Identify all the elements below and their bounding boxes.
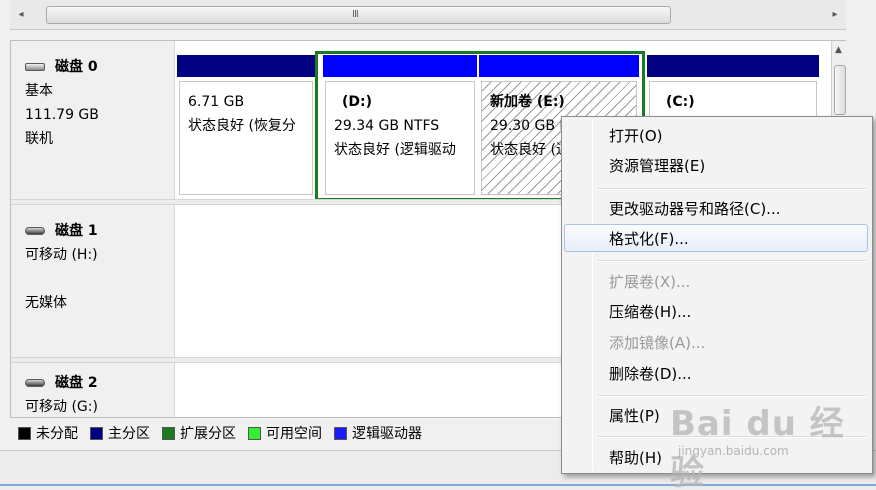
legend-swatch xyxy=(18,426,31,440)
hard-disk-icon xyxy=(25,63,45,71)
partition-status: 状态良好 (恢复分 xyxy=(188,118,296,134)
removable-disk-icon xyxy=(25,227,45,235)
disk-0-name: 磁盘 0 xyxy=(55,59,98,75)
disk-2-name: 磁盘 2 xyxy=(55,375,98,391)
legend-swatch xyxy=(248,426,261,440)
partition-title: (D:) xyxy=(342,94,373,110)
disk-1-title-row: 磁盘 1 xyxy=(25,219,174,243)
menu-item-format[interactable]: 格式化(F)... xyxy=(564,224,868,252)
disk-1-media: 无媒体 xyxy=(25,295,67,311)
legend-label: 可用空间 xyxy=(266,426,322,442)
legend-swatch xyxy=(162,426,175,440)
partition-size: 6.71 GB xyxy=(188,94,245,110)
menu-item-properties[interactable]: 属性(P) xyxy=(564,401,868,429)
disk-0-capacity: 111.79 GB xyxy=(25,107,99,123)
disk-1-spacer xyxy=(25,267,174,291)
menu-item-change-drive-letter[interactable]: 更改驱动器号和路径(C)... xyxy=(564,194,868,222)
partition-recovery[interactable]: 6.71 GB 状态良好 (恢复分 xyxy=(177,55,315,197)
menu-item-delete-volume[interactable]: 删除卷(D)... xyxy=(564,359,868,387)
partition-recovery-body: 6.71 GB 状态良好 (恢复分 xyxy=(179,81,313,195)
disk-2-title-row: 磁盘 2 xyxy=(25,371,174,395)
menu-separator xyxy=(598,436,866,438)
menu-item-explore[interactable]: 资源管理器(E) xyxy=(564,151,868,179)
disk-2-label[interactable]: 磁盘 2 可移动 (G:) xyxy=(11,363,175,417)
window-border xyxy=(0,484,876,486)
disk-1-name: 磁盘 1 xyxy=(55,223,98,239)
legend-item: 主分区 xyxy=(90,423,150,443)
disk-2-type: 可移动 (G:) xyxy=(25,399,98,415)
scrollbar-grip-icon: III xyxy=(352,9,359,20)
menu-separator xyxy=(598,395,866,397)
legend-label: 扩展分区 xyxy=(180,426,236,442)
disk-1-type: 可移动 (H:) xyxy=(25,247,98,263)
menu-separator xyxy=(598,260,866,262)
legend-swatch xyxy=(334,426,347,440)
legend-label: 未分配 xyxy=(36,426,78,442)
removable-disk-icon xyxy=(25,379,45,387)
disk-0-label[interactable]: 磁盘 0 基本 111.79 GB 联机 xyxy=(11,41,175,199)
primary-partition-bar xyxy=(177,55,315,77)
context-menu: 打开(O) 资源管理器(E) 更改驱动器号和路径(C)... 格式化(F)...… xyxy=(561,116,873,474)
legend-item: 未分配 xyxy=(18,423,78,443)
legend-label: 主分区 xyxy=(108,426,150,442)
horizontal-scrollbar[interactable]: ◂ III ▸ xyxy=(10,0,846,30)
menu-item-shrink-volume[interactable]: 压缩卷(H)... xyxy=(564,297,868,325)
disk-1-label[interactable]: 磁盘 1 可移动 (H:) 无媒体 xyxy=(11,205,175,357)
legend-item: 可用空间 xyxy=(248,423,322,443)
partition-d-body: (D:) 29.34 GB NTFS 状态良好 (逻辑驱动 xyxy=(325,81,475,195)
disk-0-status: 联机 xyxy=(25,131,53,147)
partition-d[interactable]: (D:) 29.34 GB NTFS 状态良好 (逻辑驱动 xyxy=(323,55,477,197)
partition-status: 状态良好 (逻辑驱动 xyxy=(334,142,456,158)
partition-title: 新加卷 (E:) xyxy=(490,94,565,110)
legend-item: 逻辑驱动器 xyxy=(334,423,422,443)
menu-separator xyxy=(598,188,866,190)
partition-size: 29.34 GB NTFS xyxy=(334,118,440,134)
menu-item-help[interactable]: 帮助(H) xyxy=(564,443,868,471)
disk-0-type: 基本 xyxy=(25,83,53,99)
menu-item-extend-volume[interactable]: 扩展卷(X)... xyxy=(564,267,868,295)
partition-title: (C:) xyxy=(666,94,695,110)
vertical-scrollbar-thumb[interactable] xyxy=(834,65,846,115)
primary-partition-bar xyxy=(647,55,819,77)
scroll-left-arrow-icon[interactable]: ◂ xyxy=(14,8,28,22)
logical-drive-bar xyxy=(323,55,477,77)
legend-item: 扩展分区 xyxy=(162,423,236,443)
scrollbar-thumb[interactable]: III xyxy=(46,6,671,24)
scroll-up-arrow-icon[interactable]: ▲ xyxy=(835,45,842,55)
legend-swatch xyxy=(90,426,103,440)
menu-item-open[interactable]: 打开(O) xyxy=(564,121,868,149)
menu-item-add-mirror[interactable]: 添加镜像(A)... xyxy=(564,328,868,356)
scroll-right-arrow-icon[interactable]: ▸ xyxy=(828,8,842,22)
disk-0-title-row: 磁盘 0 xyxy=(25,55,174,79)
logical-drive-bar xyxy=(479,55,639,77)
legend-label: 逻辑驱动器 xyxy=(352,426,422,442)
